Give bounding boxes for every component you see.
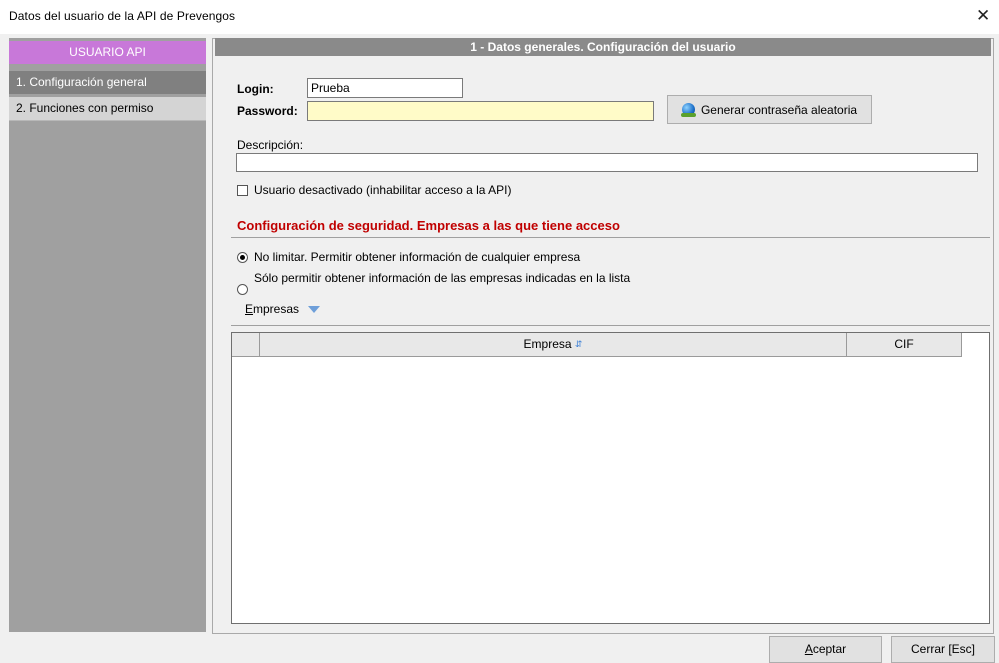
sidebar-item-configuracion-general[interactable]: 1. Configuración general	[9, 71, 206, 94]
radio-only-listed-label: Sólo permitir obtener información de las…	[254, 271, 631, 285]
sidebar-header: USUARIO API	[9, 41, 206, 64]
radio-no-limit-label: No limitar. Permitir obtener información…	[254, 250, 581, 264]
section-title: 1 - Datos generales. Configuración del u…	[215, 38, 991, 56]
description-input[interactable]	[236, 153, 978, 172]
radio-no-limit[interactable]	[237, 252, 248, 263]
disabled-user-label: Usuario desactivado (inhabilitar acceso …	[254, 183, 512, 197]
generate-password-button[interactable]: Generar contraseña aleatoria	[667, 95, 872, 124]
chevron-down-icon	[308, 305, 321, 313]
grid-header: Empresa ⇵ CIF	[232, 333, 962, 357]
login-label: Login:	[237, 82, 274, 96]
sort-icon: ⇵	[574, 339, 583, 350]
sidebar	[9, 38, 206, 632]
security-divider	[231, 237, 990, 238]
close-button[interactable]: Cerrar [Esc]	[891, 636, 995, 663]
grid-header-empresa[interactable]: Empresa ⇵	[260, 333, 847, 357]
grid-header-cif[interactable]: CIF	[847, 333, 962, 357]
security-title: Configuración de seguridad. Empresas a l…	[237, 218, 620, 233]
disabled-user-checkbox[interactable]	[237, 185, 248, 196]
description-label: Descripción:	[237, 138, 304, 152]
globe-icon	[680, 103, 696, 117]
generate-password-label: Generar contraseña aleatoria	[700, 102, 858, 117]
login-input[interactable]	[307, 78, 463, 98]
sidebar-item-funciones-con-permiso[interactable]: 2. Funciones con permiso	[9, 97, 206, 121]
radio-only-listed[interactable]	[237, 284, 248, 295]
sidebar-item-label: 1. Configuración general	[16, 75, 147, 89]
empresas-menu-label: Empresas	[245, 302, 300, 316]
grid-header-empresa-label: Empresa	[523, 337, 572, 351]
sidebar-item-label: 2. Funciones con permiso	[16, 101, 154, 115]
empresas-grid[interactable]	[231, 332, 990, 624]
grid-divider	[231, 325, 990, 326]
close-icon[interactable]: ✕	[976, 6, 990, 26]
empresas-menu[interactable]: Empresas	[245, 302, 321, 316]
window-title: Datos del usuario de la API de Prevengos	[9, 9, 236, 23]
accept-button[interactable]: Aceptar	[769, 636, 882, 663]
password-input[interactable]	[307, 101, 654, 121]
password-label: Password:	[237, 104, 298, 118]
grid-header-selector[interactable]	[232, 333, 260, 357]
